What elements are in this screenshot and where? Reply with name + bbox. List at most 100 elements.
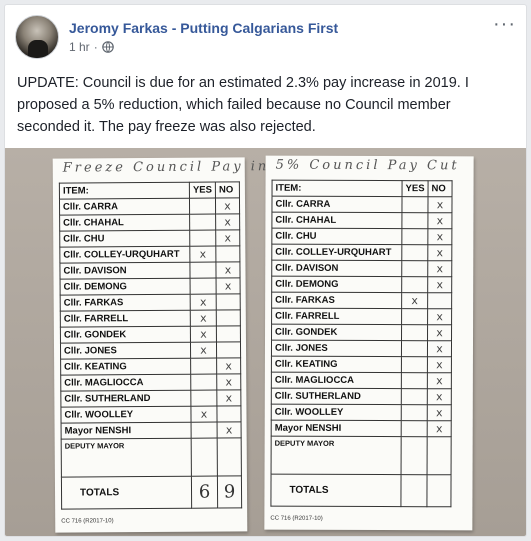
yes-vote-mark — [401, 212, 428, 229]
yes-vote-mark — [189, 198, 216, 215]
councillor-name: Cllr. SUTHERLAND — [271, 388, 402, 405]
more-options-icon[interactable]: ··· — [493, 14, 516, 34]
no-vote-mark: x — [216, 357, 241, 375]
form-code: CC 716 (R2017-10) — [270, 515, 323, 522]
no-vote-mark: x — [427, 276, 452, 293]
yes-vote-mark: x — [190, 294, 217, 311]
table-row: Cllr. COLLEY-URQUHART x — [271, 244, 452, 261]
yes-vote-mark — [401, 196, 429, 213]
globe-icon[interactable] — [101, 41, 114, 53]
author-name[interactable]: Jeromy Farkas - Putting Calgarians First — [69, 20, 338, 36]
no-header: NO — [215, 181, 240, 199]
avatar[interactable] — [15, 15, 59, 59]
table-row: Cllr. GONDEK x — [60, 325, 241, 344]
no-vote-mark: x — [215, 197, 240, 215]
councillor-name: Cllr. KEATING — [60, 358, 191, 376]
no-vote-mark: x — [427, 388, 452, 405]
table-row: Cllr. SUTHERLAND x — [271, 388, 452, 405]
no-vote-mark: x — [216, 277, 241, 295]
no-vote-mark: x — [427, 244, 452, 261]
councillor-name: Cllr. JONES — [60, 342, 191, 360]
table-row: Cllr. CHU x — [271, 228, 452, 245]
councillor-name: Cllr. FARRELL — [60, 310, 191, 328]
councillor-name: Cllr. GONDEK — [60, 326, 191, 344]
table-row: Cllr. CHAHAL x — [59, 213, 240, 232]
vote-sheet-freeze: Freeze Council Pay in 2019 ITEM: YES NO … — [52, 157, 321, 533]
totals-label: TOTALS — [61, 476, 192, 510]
totals-label: TOTALS — [270, 474, 402, 507]
councillor-name: Cllr. CARRA — [271, 196, 403, 213]
no-vote-mark: x — [427, 228, 452, 245]
yes-vote-mark: x — [190, 406, 218, 423]
yes-header: YES — [189, 182, 216, 199]
yes-vote-mark — [189, 230, 216, 247]
post-text: UPDATE: Council is due for an estimated … — [17, 75, 469, 135]
table-row: Cllr. CHU x — [59, 229, 240, 248]
table-row: DEPUTY MAYOR — [61, 437, 242, 478]
table-row: Mayor NENSHI x — [271, 420, 452, 437]
councillor-name: Cllr. MAGLIOCCA — [60, 374, 191, 392]
councillor-name: Cllr. CHAHAL — [59, 214, 190, 232]
yes-vote-mark — [190, 278, 217, 295]
councillor-name: Cllr. CHU — [271, 228, 402, 245]
post-photo[interactable]: Freeze Council Pay in 2019 ITEM: YES NO … — [5, 148, 526, 536]
councillor-name: Cllr. DEMONG — [271, 276, 402, 293]
no-vote-mark: x — [427, 212, 452, 229]
yes-vote-mark — [191, 422, 218, 439]
no-vote-mark: x — [427, 404, 452, 421]
councillor-name: Cllr. FARRELL — [271, 308, 402, 325]
table-row: Cllr. DAVISON x — [59, 261, 241, 280]
sheet-title: 5% Council Pay Cut — [275, 157, 460, 174]
councillor-name: Cllr. DAVISON — [271, 260, 402, 277]
no-vote-mark: x — [427, 340, 452, 357]
yes-header: YES — [402, 180, 429, 197]
table-row: Cllr. KEATING x — [271, 356, 452, 373]
councillor-name: Cllr. CHU — [59, 230, 190, 248]
councillor-name: Cllr. COLLEY-URQUHART — [271, 244, 402, 261]
no-vote-mark: x — [427, 420, 452, 437]
councillor-name: Cllr. JONES — [271, 340, 402, 357]
post-card: Jeromy Farkas - Putting Calgarians First… — [4, 4, 527, 537]
no-vote-mark: x — [427, 308, 452, 325]
yes-vote-mark — [401, 388, 428, 405]
table-row: Cllr. DEMONG x — [271, 276, 452, 293]
no-vote-mark — [216, 309, 241, 327]
meta-separator: · — [93, 40, 98, 54]
timestamp[interactable]: 1 hr — [69, 40, 90, 54]
yes-vote-mark — [401, 260, 428, 277]
councillor-name: Cllr. CHAHAL — [271, 212, 402, 229]
totals-row: TOTALS 6 9 — [61, 475, 242, 510]
yes-vote-mark: x — [190, 326, 217, 343]
yes-vote-mark — [401, 244, 428, 261]
yes-vote-mark — [401, 436, 428, 475]
no-vote-mark: x — [215, 213, 240, 231]
no-vote-mark: x — [427, 324, 452, 341]
no-vote-mark — [216, 341, 241, 359]
table-row: DEPUTY MAYOR — [271, 436, 452, 475]
table-row: Cllr. FARRELL x — [271, 308, 452, 325]
councillor-name: Cllr. DEMONG — [60, 278, 191, 296]
post-meta: 1 hr · — [69, 40, 114, 54]
item-header: ITEM: — [272, 180, 403, 197]
no-vote-mark — [217, 437, 242, 477]
councillor-name: Cllr. MAGLIOCCA — [271, 372, 402, 389]
yes-vote-mark — [401, 420, 428, 437]
no-vote-mark: x — [217, 421, 242, 439]
yes-vote-mark — [190, 390, 217, 407]
yes-vote-mark — [191, 438, 218, 477]
totals-row: TOTALS — [270, 474, 452, 507]
yes-vote-mark — [401, 324, 428, 341]
table-row: Cllr. KEATING x — [60, 357, 241, 376]
vote-rows: Cllr. CARRA x Cllr. CHAHAL x Cllr. CHU x Cllr.… — [270, 196, 453, 507]
yes-vote-mark — [401, 276, 428, 293]
deputy-mayor-label: DEPUTY MAYOR — [61, 438, 192, 478]
total-yes — [400, 474, 428, 507]
form-code: CC 716 (R2017-10) — [61, 518, 114, 525]
table-row: Cllr. MAGLIOCCA x — [271, 372, 452, 389]
vote-sheet-pay-cut: 5% Council Pay Cut ITEM: YES NO Cllr. CA… — [264, 155, 474, 531]
no-header: NO — [428, 180, 453, 197]
no-vote-mark: x — [427, 196, 453, 213]
no-vote-mark — [427, 292, 452, 309]
table-row: Cllr. DAVISON x — [271, 260, 452, 277]
yes-vote-mark: x — [189, 246, 216, 263]
